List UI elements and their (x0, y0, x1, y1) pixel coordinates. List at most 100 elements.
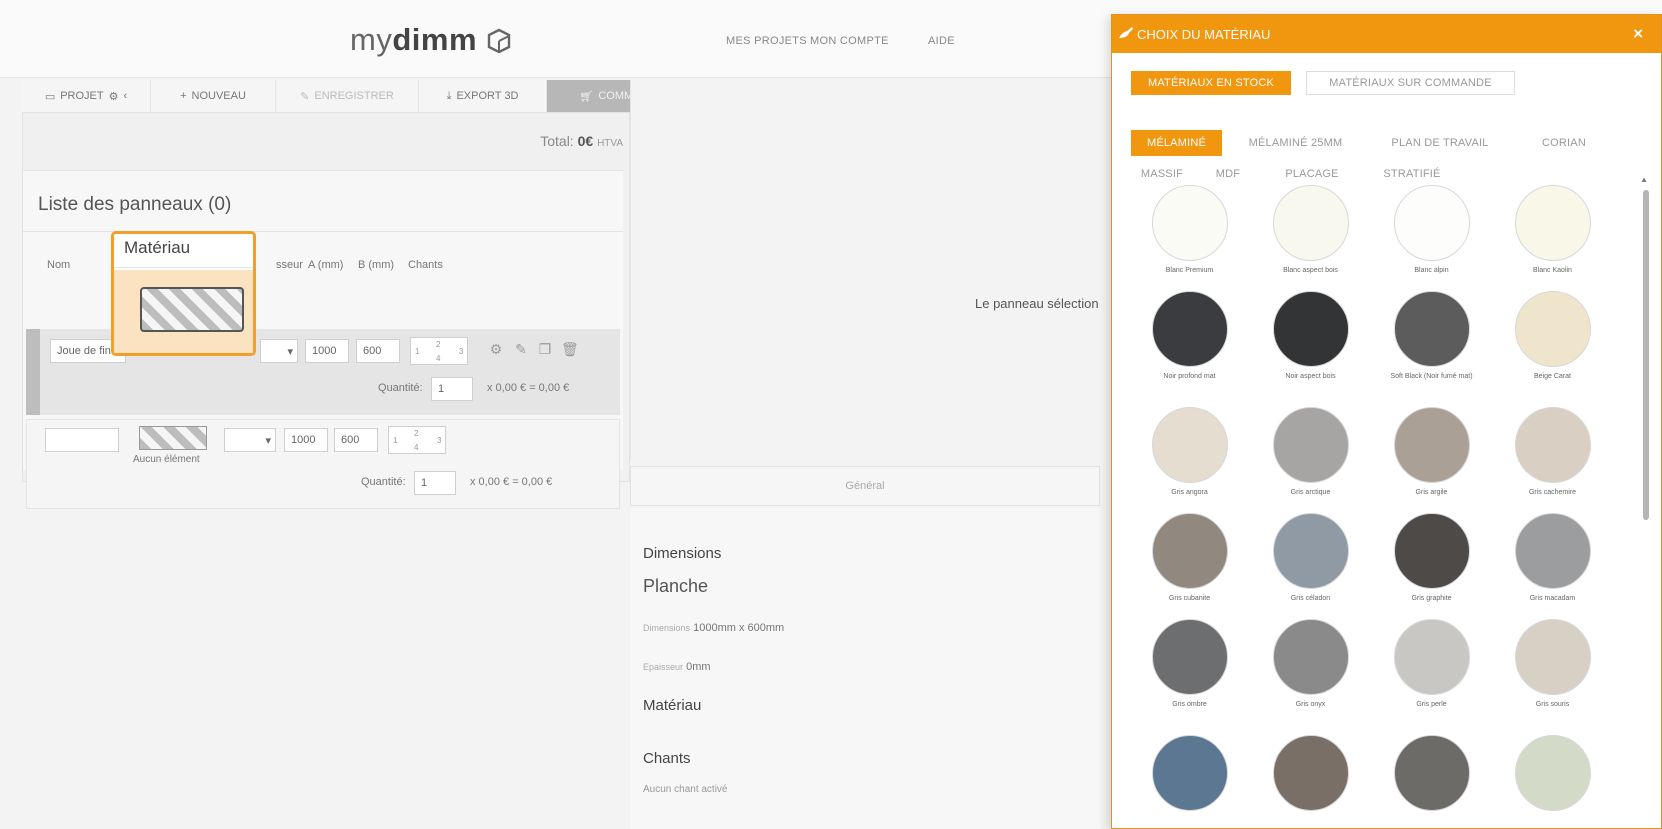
material-swatch[interactable]: Beige Carat (1495, 291, 1610, 382)
swatch-color[interactable] (1272, 407, 1349, 483)
chant-right[interactable]: 3 (437, 436, 441, 445)
dimension-a-input[interactable]: 1000 (305, 339, 349, 363)
tab-general[interactable]: Général (630, 466, 1100, 506)
tab-materiaux-en-stock[interactable]: MATÉRIAUX EN STOCK (1131, 71, 1291, 95)
material-swatch[interactable]: Gris souris (1495, 619, 1610, 710)
swatch-color[interactable] (1272, 291, 1349, 367)
material-swatch[interactable]: Gris onyx (1253, 619, 1368, 710)
swatch-color[interactable] (1272, 185, 1349, 261)
swatch-color[interactable] (1393, 735, 1470, 811)
swatch-color[interactable] (1393, 619, 1470, 695)
category-placage[interactable]: PLACAGE (1277, 161, 1347, 187)
chant-bottom[interactable]: 4 (414, 443, 418, 452)
chant-bottom[interactable]: 4 (436, 354, 440, 363)
material-swatch[interactable]: Blanc aspect bois (1253, 185, 1368, 276)
swatch-color[interactable] (1151, 291, 1228, 367)
swatch-color[interactable] (1393, 185, 1470, 261)
scroll-up-arrow-icon[interactable]: ▲ (1640, 175, 1648, 184)
material-swatch[interactable]: Noir profond mat (1132, 291, 1247, 382)
swatch-name: Blanc alpin (1414, 267, 1449, 274)
close-icon[interactable]: × (1633, 24, 1643, 44)
material-swatch[interactable]: Gris argile (1374, 407, 1489, 498)
swatch-color[interactable] (1272, 513, 1349, 589)
table-row[interactable]: Aucun élément ▾ 1000 600 2 1 3 4 Quantit… (26, 419, 620, 509)
swatch-color[interactable] (1151, 185, 1228, 261)
material-swatch[interactable]: Gris angora (1132, 407, 1247, 498)
epaisseur-label: Epaisseur (643, 662, 684, 672)
epaisseur-select[interactable]: ▾ (224, 428, 276, 452)
material-swatch[interactable]: Gris arctique (1253, 407, 1368, 498)
swatch-color[interactable] (1393, 513, 1470, 589)
swatch-color[interactable] (1272, 735, 1349, 811)
panel-name-input[interactable] (45, 428, 119, 452)
material-swatch[interactable]: Gris cubanite (1132, 513, 1247, 604)
dimension-b-input[interactable]: 600 (356, 339, 400, 363)
material-swatch[interactable]: Gris graphite (1374, 513, 1489, 604)
swatch-color[interactable] (1151, 619, 1228, 695)
swatch-color[interactable] (1151, 735, 1228, 811)
material-swatch[interactable]: Gris perle (1374, 619, 1489, 710)
category-melamine-25mm[interactable]: MÉLAMINÉ 25MM (1233, 130, 1358, 156)
trash-icon[interactable]: 🗑︎ (561, 341, 579, 357)
projet-button[interactable]: ▭ PROJET ⚙ ‹ (22, 80, 151, 112)
swatch-color[interactable] (1514, 735, 1591, 811)
material-placeholder[interactable] (139, 426, 207, 450)
enregistrer-button[interactable]: ✎ ENREGISTRER (276, 80, 419, 112)
dimension-a-input[interactable]: 1000 (284, 428, 328, 452)
swatch-color[interactable] (1272, 619, 1349, 695)
chant-top[interactable]: 2 (414, 429, 418, 438)
material-swatch[interactable] (1495, 735, 1610, 816)
material-swatch[interactable]: Gris macadam (1495, 513, 1610, 604)
chant-top[interactable]: 2 (436, 340, 440, 349)
quantite-input[interactable]: 1 (414, 471, 456, 495)
nav-aide[interactable]: AIDE (928, 35, 955, 47)
material-swatch[interactable]: Soft Black (Noir fumé mat) (1374, 291, 1489, 382)
swatch-color[interactable] (1514, 185, 1591, 261)
category-stratifie[interactable]: STRATIFIÉ (1372, 161, 1452, 187)
copy-icon[interactable]: ❐ (537, 341, 553, 357)
category-corian[interactable]: CORIAN (1524, 130, 1604, 156)
material-swatch[interactable]: Blanc Premium (1132, 185, 1247, 276)
swatch-color[interactable] (1393, 291, 1470, 367)
chants-selector[interactable]: 2 1 3 4 (388, 426, 446, 454)
app-logo[interactable]: mydimm (350, 22, 477, 58)
category-plan-de-travail[interactable]: PLAN DE TRAVAIL (1370, 130, 1510, 156)
quantite-input[interactable]: 1 (431, 377, 473, 401)
chants-selector[interactable]: 2 1 3 4 (410, 337, 468, 365)
swatch-name: Gris arctique (1290, 489, 1331, 496)
swatch-color[interactable] (1514, 619, 1591, 695)
material-swatch[interactable]: Gris cachemire (1495, 407, 1610, 498)
swatch-color[interactable] (1151, 407, 1228, 483)
category-massif[interactable]: MASSIF (1134, 161, 1190, 187)
export-3d-button[interactable]: ⤓ EXPORT 3D (419, 80, 547, 112)
epaisseur-select[interactable]: ▾ (260, 339, 298, 363)
chant-right[interactable]: 3 (459, 347, 463, 356)
chant-left[interactable]: 1 (415, 347, 419, 356)
swatch-color[interactable] (1151, 513, 1228, 589)
edit-icon[interactable]: ✎ (513, 341, 529, 357)
scrollbar[interactable] (1643, 190, 1649, 520)
material-swatch[interactable]: Blanc Kaolin (1495, 185, 1610, 276)
material-swatch[interactable] (1253, 735, 1368, 816)
material-swatch[interactable] (1374, 735, 1489, 816)
nav-mon-compte[interactable]: MON COMPTE (810, 35, 889, 47)
material-swatch[interactable]: Blanc alpin (1374, 185, 1489, 276)
material-swatch[interactable] (1132, 735, 1247, 816)
category-mdf[interactable]: MDF (1208, 161, 1248, 187)
swatch-color[interactable] (1514, 407, 1591, 483)
nav-mes-projets[interactable]: MES PROJETS (726, 35, 807, 47)
swatch-color[interactable] (1393, 407, 1470, 483)
nouveau-button[interactable]: + NOUVEAU (151, 80, 276, 112)
material-highlight-callout[interactable]: Matériau (111, 231, 256, 356)
settings-icon[interactable]: ⚙ (488, 341, 504, 357)
chant-left[interactable]: 1 (393, 436, 397, 445)
material-swatch-placeholder[interactable] (140, 287, 244, 332)
material-swatch[interactable]: Noir aspect bois (1253, 291, 1368, 382)
category-melamine[interactable]: MÉLAMINÉ (1131, 130, 1222, 156)
swatch-color[interactable] (1514, 291, 1591, 367)
dimension-b-input[interactable]: 600 (334, 428, 378, 452)
material-swatch[interactable]: Gris céladon (1253, 513, 1368, 604)
swatch-color[interactable] (1514, 513, 1591, 589)
tab-materiaux-sur-commande[interactable]: MATÉRIAUX SUR COMMANDE (1306, 71, 1515, 95)
material-swatch[interactable]: Gris ombre (1132, 619, 1247, 710)
